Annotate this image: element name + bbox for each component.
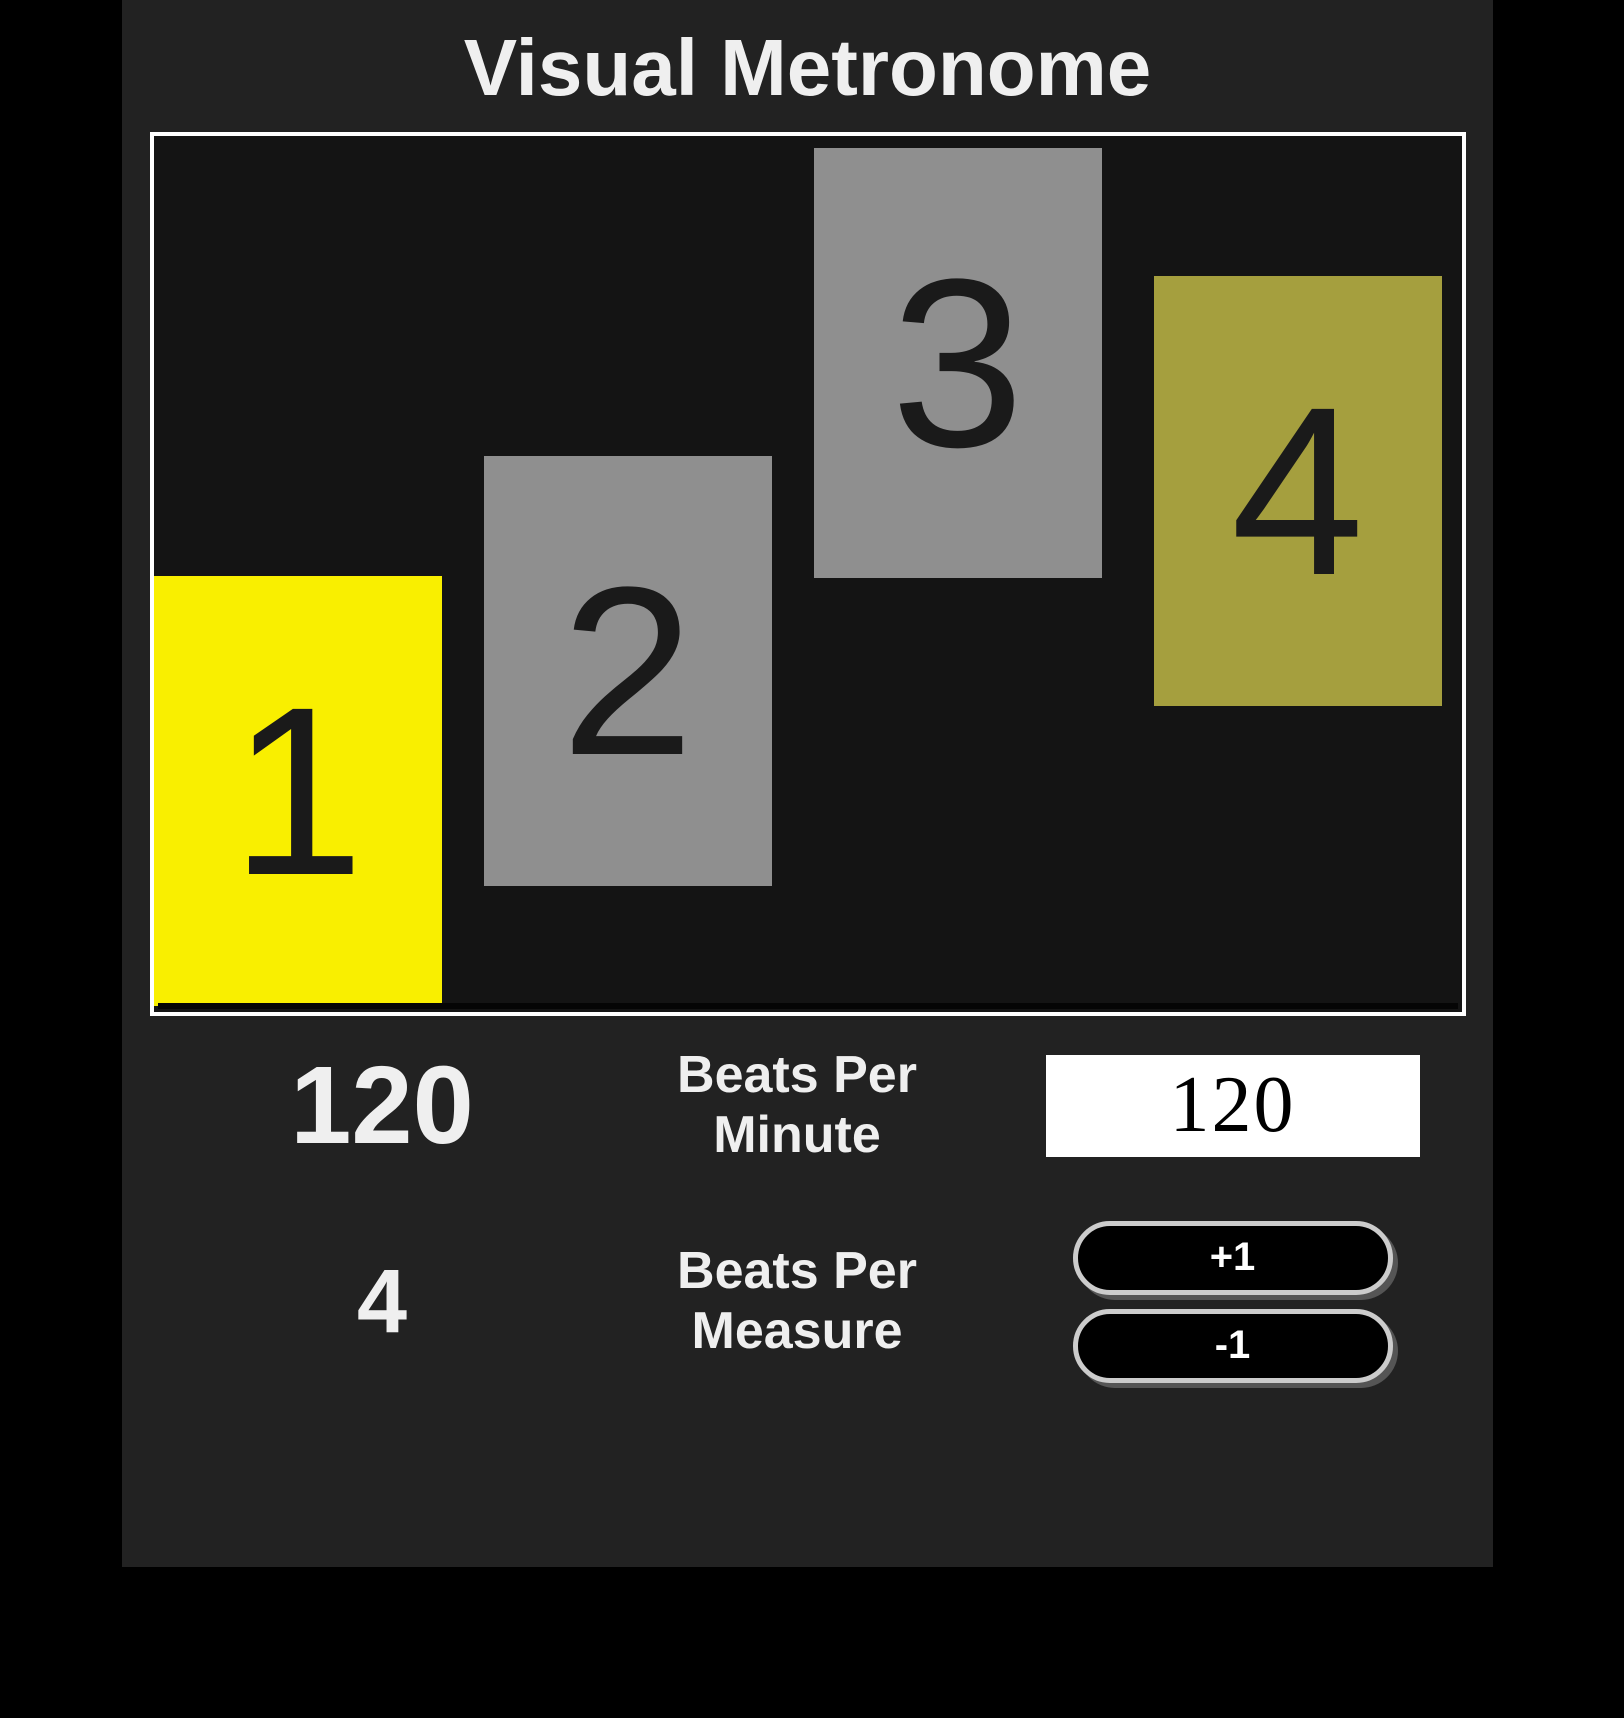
- bpm-value: 120: [182, 1051, 582, 1161]
- increment-beats-button[interactable]: +1: [1073, 1221, 1393, 1295]
- decrement-beats-button[interactable]: -1: [1073, 1309, 1393, 1383]
- beat-tile-1: 1: [154, 576, 442, 1006]
- beat-tile-2: 2: [484, 456, 772, 886]
- beat-display-area: 1 2 3 4: [150, 132, 1466, 1016]
- beats-label-line2: Measure: [582, 1302, 1012, 1362]
- beats-per-measure-row: 4 Beats Per Measure +1 -1: [182, 1221, 1453, 1383]
- beats-label-line1: Beats Per: [582, 1242, 1012, 1302]
- bpm-row: 120 Beats Per Minute: [182, 1046, 1453, 1166]
- bpm-label: Beats Per Minute: [582, 1046, 1012, 1166]
- bpm-label-line1: Beats Per: [582, 1046, 1012, 1106]
- bpm-input[interactable]: [1046, 1055, 1420, 1157]
- beats-per-measure-label: Beats Per Measure: [582, 1242, 1012, 1362]
- bpm-label-line2: Minute: [582, 1106, 1012, 1166]
- page-title: Visual Metronome: [122, 0, 1493, 132]
- beats-per-measure-value: 4: [182, 1257, 582, 1347]
- metronome-panel: Visual Metronome 1 2 3 4 120 Beats Per M…: [122, 0, 1493, 1567]
- beat-tile-4: 4: [1154, 276, 1442, 706]
- beat-tile-3: 3: [814, 148, 1102, 578]
- beat-floor-line: [158, 1003, 1458, 1009]
